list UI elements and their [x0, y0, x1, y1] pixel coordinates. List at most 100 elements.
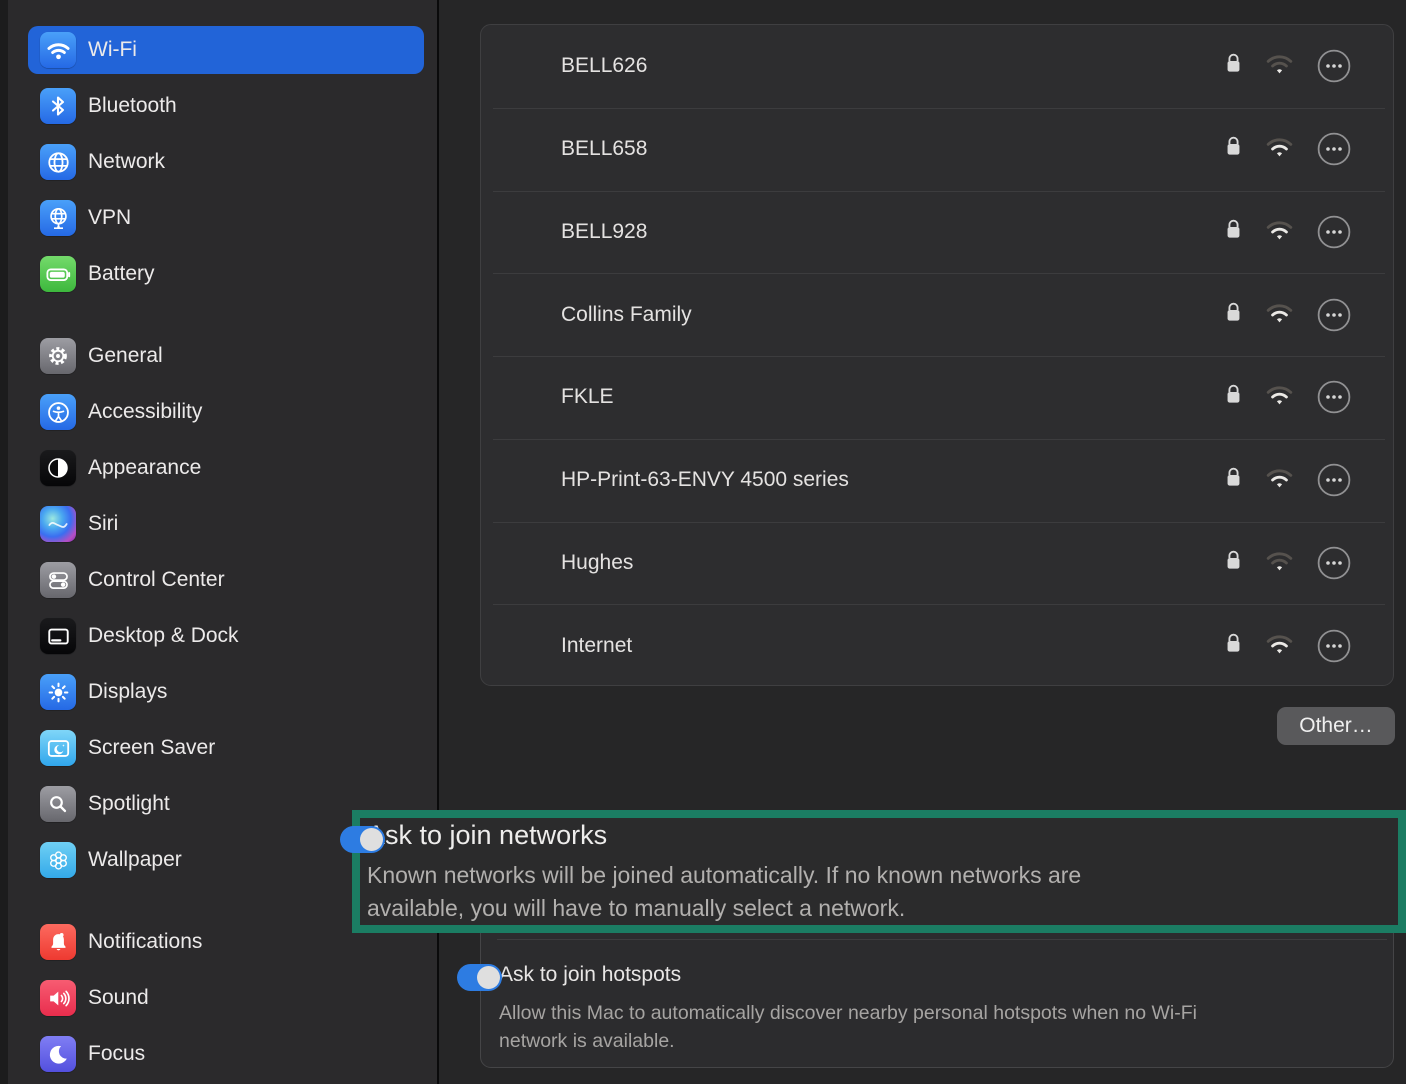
- more-options-button[interactable]: [1317, 463, 1351, 497]
- network-name: BELL928: [561, 219, 648, 243]
- appearance-icon: [40, 450, 76, 486]
- network-row-icons: [1225, 298, 1351, 332]
- more-options-button[interactable]: [1317, 629, 1351, 663]
- ask-to-join-hotspots-label: Ask to join hotspots: [499, 963, 682, 986]
- lock-icon: [1225, 218, 1242, 246]
- vpn-icon: [40, 200, 76, 236]
- sidebar-item-label: General: [88, 344, 163, 367]
- sidebar-item-label: Desktop & Dock: [88, 624, 239, 647]
- network-name: BELL658: [561, 137, 648, 161]
- accessibility-icon: [40, 394, 76, 430]
- more-options-button[interactable]: [1317, 132, 1351, 166]
- sidebar-item-wi-fi[interactable]: Wi-Fi: [8, 22, 437, 78]
- network-name: Internet: [561, 633, 633, 657]
- network-row-icons: [1225, 463, 1351, 497]
- sidebar-item-general[interactable]: General: [8, 328, 437, 384]
- sidebar-item-network[interactable]: Network: [8, 134, 437, 190]
- network-row-icons: [1225, 132, 1351, 166]
- network-name: Hughes: [561, 550, 634, 574]
- sidebar-item-focus[interactable]: Focus: [8, 1026, 437, 1082]
- network-row-icons: [1225, 629, 1351, 663]
- network-row[interactable]: BELL626: [481, 25, 1393, 108]
- wifi-signal-icon: [1265, 632, 1294, 660]
- desktop-dock-icon: [40, 618, 76, 654]
- annotation-highlight-box: Ask to join networks Known networks will…: [340, 810, 1406, 933]
- sidebar-item-label: Battery: [88, 262, 155, 285]
- bluetooth-icon: [40, 88, 76, 124]
- network-row[interactable]: BELL928: [481, 190, 1393, 274]
- wifi-signal-icon: [1265, 383, 1294, 411]
- ask-to-join-networks-description: Known networks will be joined automatica…: [367, 862, 1082, 921]
- control-center-icon: [40, 562, 76, 598]
- network-row-icons: [1225, 546, 1351, 580]
- sidebar-item-siri[interactable]: Siri: [8, 496, 437, 552]
- network-row[interactable]: Internet: [481, 604, 1393, 685]
- sidebar-item-label: Siri: [88, 512, 119, 535]
- lock-icon: [1225, 135, 1242, 163]
- lock-icon: [1225, 383, 1242, 411]
- displays-sun-icon: [40, 674, 76, 710]
- network-name: FKLE: [561, 385, 614, 409]
- sidebar-item-label: Wallpaper: [88, 848, 182, 871]
- sidebar-item-accessibility[interactable]: Accessibility: [8, 384, 437, 440]
- wifi-signal-icon: [1265, 549, 1294, 577]
- sidebar-item-displays[interactable]: Displays: [8, 664, 437, 720]
- siri-icon: [40, 506, 76, 542]
- network-name: HP-Print-63-ENVY 4500 series: [561, 468, 849, 492]
- sound-speaker-icon: [40, 980, 76, 1016]
- sidebar-item-appearance[interactable]: Appearance: [8, 440, 437, 496]
- network-row-icons: [1225, 49, 1351, 83]
- sidebar-item-label: Network: [88, 150, 166, 173]
- sidebar-item-vpn[interactable]: VPN: [8, 190, 437, 246]
- more-options-button[interactable]: [1317, 546, 1351, 580]
- sidebar-item-label: Bluetooth: [88, 94, 177, 117]
- wifi-signal-icon: [1265, 52, 1294, 80]
- ask-to-join-networks-label: Ask to join networks: [367, 820, 608, 850]
- sidebar-item-desktop-dock[interactable]: Desktop & Dock: [8, 608, 437, 664]
- ask-to-join-hotspots-toggle[interactable]: [457, 964, 502, 991]
- toggle-knob: [360, 828, 383, 851]
- sidebar-item-battery[interactable]: Battery: [8, 246, 437, 302]
- sidebar-item-label: Wi-Fi: [88, 38, 137, 61]
- focus-moon-icon: [40, 1036, 76, 1072]
- network-row[interactable]: HP-Print-63-ENVY 4500 series: [481, 438, 1393, 522]
- spotlight-magnifier-icon: [40, 786, 76, 822]
- row-separator: [497, 939, 1387, 940]
- sidebar-item-label: Appearance: [88, 456, 202, 479]
- network-row[interactable]: FKLE: [481, 356, 1393, 439]
- sidebar-item-label: Spotlight: [88, 792, 170, 815]
- toggle-knob: [477, 966, 500, 989]
- network-row[interactable]: Hughes: [481, 521, 1393, 605]
- sidebar-item-label: Displays: [88, 680, 168, 703]
- wallpaper-flower-icon: [40, 842, 76, 878]
- sidebar-item-label: Focus: [88, 1042, 146, 1065]
- network-row-icons: [1225, 215, 1351, 249]
- battery-icon: [40, 256, 76, 292]
- lock-icon: [1225, 301, 1242, 329]
- more-options-button[interactable]: [1317, 298, 1351, 332]
- lock-icon: [1225, 466, 1242, 494]
- sidebar-item-screen-saver[interactable]: Screen Saver: [8, 720, 437, 776]
- wifi-icon: [40, 32, 76, 68]
- network-globe-icon: [40, 144, 76, 180]
- sidebar-item-sound[interactable]: Sound: [8, 970, 437, 1026]
- more-options-button[interactable]: [1317, 49, 1351, 83]
- network-row[interactable]: Collins Family: [481, 273, 1393, 356]
- sidebar-group-spacer: [8, 302, 437, 328]
- screen-saver-icon: [40, 730, 76, 766]
- more-options-button[interactable]: [1317, 380, 1351, 414]
- network-row[interactable]: BELL658: [481, 107, 1393, 191]
- wifi-signal-icon: [1265, 135, 1294, 163]
- lock-icon: [1225, 52, 1242, 80]
- wifi-signal-icon: [1265, 218, 1294, 246]
- ask-to-join-networks-toggle[interactable]: [340, 826, 385, 853]
- other-network-button[interactable]: Other…: [1277, 707, 1395, 745]
- network-name: Collins Family: [561, 302, 692, 326]
- lock-icon: [1225, 549, 1242, 577]
- sidebar-item-bluetooth[interactable]: Bluetooth: [8, 78, 437, 134]
- ask-to-join-hotspots-description: Allow this Mac to automatically discover…: [499, 1002, 1197, 1052]
- more-options-button[interactable]: [1317, 215, 1351, 249]
- sidebar-item-control-center[interactable]: Control Center: [8, 552, 437, 608]
- sidebar-item-label: VPN: [88, 206, 132, 229]
- gear-icon: [40, 338, 76, 374]
